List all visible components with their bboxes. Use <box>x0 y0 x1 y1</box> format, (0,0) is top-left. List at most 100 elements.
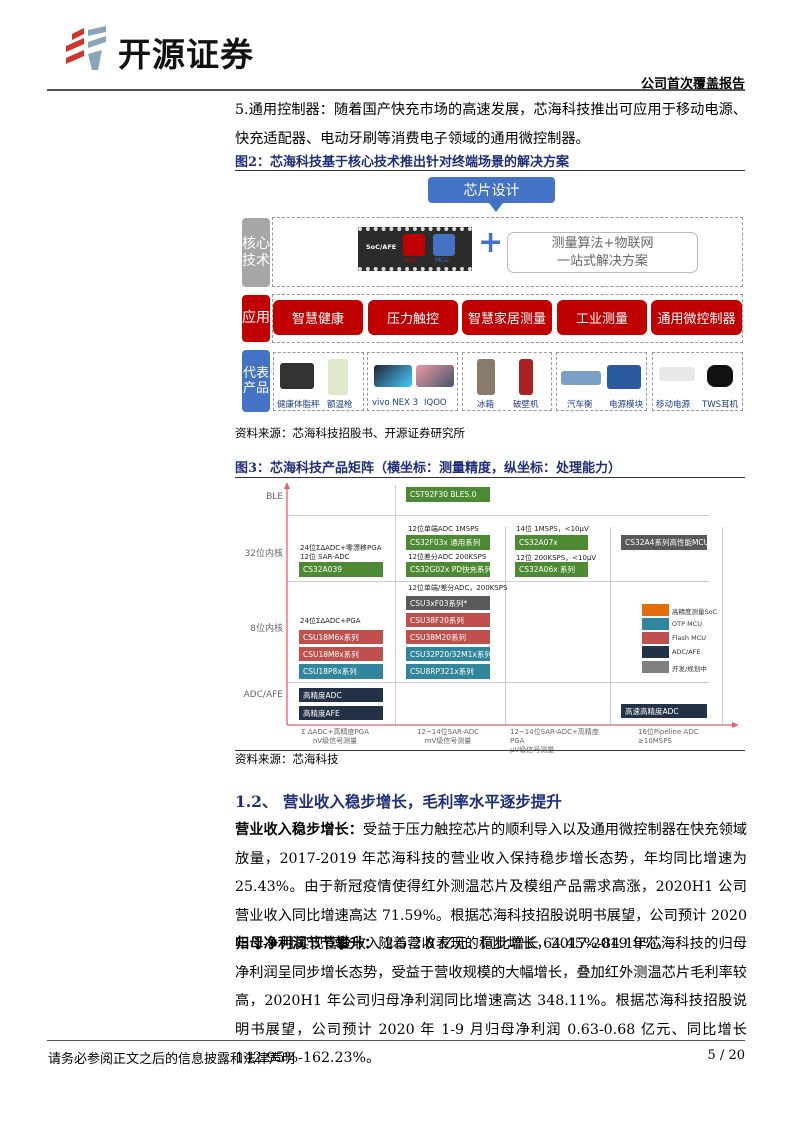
product-box: CS32F03x 通用系列 <box>406 535 490 550</box>
x-label: 12~14位SAR-ADC mV级信号测量 <box>416 728 480 745</box>
legend-label: Flash MCU <box>672 634 707 642</box>
product-box: CS32A07x <box>515 535 588 550</box>
figure2-title: 图2：芯海科技基于核心技术推出针对终端场景的解决方案 <box>235 155 570 170</box>
phone-image <box>374 365 412 387</box>
truck-scale-image <box>561 371 601 385</box>
product-box: CSU18M6x系列 <box>299 630 383 644</box>
product-group: vivo NEX 3 IQOO <box>367 352 458 411</box>
intro-paragraph: 5.通用控制器：随着国产快充市场的高速发展，芯海科技推出可应用于移动电源、快充适… <box>235 102 747 147</box>
legend-label: OTP MCU <box>672 620 702 628</box>
product-box: CSU18M8x系列 <box>299 647 383 661</box>
adc-label: ADC <box>405 257 418 264</box>
row-label-core-tech: 核心技术 <box>242 218 270 287</box>
mcu-label: MCU <box>435 257 449 264</box>
chip-icon: SoC/AFE ADC MCU <box>358 227 472 271</box>
thermometer-image <box>328 359 348 395</box>
legend-swatch <box>642 618 669 630</box>
product-box: 高速高精度ADC <box>621 704 707 718</box>
y-label: 8位内核 <box>250 624 283 634</box>
product-box: CSU18P8x系列 <box>299 664 383 679</box>
annotation: 24位ΣΔADC+PGA <box>300 617 361 625</box>
row-label-applications: 应用 <box>242 295 270 342</box>
solution-line-2: 一站式解决方案 <box>556 254 648 269</box>
product-label: 破壁机 <box>513 400 539 410</box>
brand-name: 开源证券 <box>118 35 254 74</box>
brand-logo-icon <box>66 26 106 70</box>
legend-label: ADC/AFE <box>672 648 701 656</box>
product-box: CS32G02x PD快充系列 <box>406 562 492 577</box>
mcu-block-icon <box>433 234 455 256</box>
annotation: 12位单端/差分ADC，200KSPS <box>408 584 508 592</box>
phone-image <box>416 365 454 387</box>
fridge-image <box>477 359 495 395</box>
app-smart-health: 智慧健康 <box>273 300 363 335</box>
legend-swatch <box>642 604 669 616</box>
paragraph-lead: 营业收入稳步增长： <box>235 822 364 838</box>
power-module-image <box>607 365 641 389</box>
product-box: CSU8RP321x系列 <box>406 664 490 679</box>
chip-design-box: 芯片设计 <box>428 177 555 203</box>
plus-icon: + <box>478 225 504 260</box>
product-box: 高精度AFE <box>299 706 383 720</box>
product-label: 移动电源 <box>656 400 691 410</box>
figure3-title: 图3：芯海科技产品矩阵（横坐标：测量精度，纵坐标：处理能力） <box>235 461 622 476</box>
annotation: 12位单端ADC 1MSPS <box>408 525 479 533</box>
adc-block-icon <box>403 234 425 256</box>
paragraph-body: 随着营收表现的稳步增长，2017-2019 年芯海科技的归母净利润呈同步增长态势… <box>235 936 747 1066</box>
figure2-source: 资料来源：芯海科技招股书、开源证券研究所 <box>235 426 465 440</box>
chip-label: SoC/AFE <box>366 243 397 251</box>
power-bank-image <box>659 367 695 381</box>
figure3-rule <box>235 477 745 478</box>
legend-label: 开发/规划中 <box>672 665 707 673</box>
legend-swatch <box>642 632 669 644</box>
blender-image <box>519 359 533 395</box>
figure3-product-matrix: BLE 32位内核 8位内核 ADC/AFE 24位ΣΔADC+零漂移PGA 1… <box>235 480 745 754</box>
app-smart-home: 智慧家居测量 <box>462 300 552 335</box>
legend-label: 高精度测量SoC <box>672 608 718 616</box>
product-box: CSU32P20/32M1x系列 <box>406 647 492 661</box>
product-label: TWS耳机 <box>702 400 738 410</box>
footer-divider <box>47 1040 745 1041</box>
paragraph-lead: 归母净利润节节攀升： <box>235 936 379 952</box>
annotation: 12位 SAR-ADC <box>300 553 350 561</box>
y-label: BLE <box>266 492 283 502</box>
header-divider <box>47 89 745 91</box>
footer-disclaimer: 请务必参阅正文之后的信息披露和法律声明 <box>48 1052 296 1067</box>
scale-image <box>280 363 314 389</box>
product-box: CS32A4系列高性能MCU <box>621 535 709 550</box>
product-group: 汽车衡 电源模块 <box>556 352 647 411</box>
app-pressure-touch: 压力触控 <box>368 300 458 335</box>
solution-box: 测量算法+物联网 一站式解决方案 <box>507 232 698 273</box>
y-label: ADC/AFE <box>243 690 283 700</box>
annotation: 12位差分ADC 200KSPS <box>408 553 487 561</box>
x-label: 16位Pipeline ADC ≥10MSPS <box>638 728 699 745</box>
y-label: 32位内核 <box>244 549 283 559</box>
product-box: CSU3xF03系列* <box>406 596 490 610</box>
product-label: IQOO <box>424 398 447 408</box>
product-label: 电源模块 <box>609 400 644 410</box>
page-number: 5 / 20 <box>707 1048 745 1063</box>
legend-swatch <box>642 661 669 673</box>
arrow-down-icon <box>489 203 503 212</box>
product-label: 冰箱 <box>477 400 495 410</box>
product-box: CSU38M20系列 <box>406 630 490 644</box>
app-mcu: 通用微控制器 <box>651 300 742 335</box>
annotation: 14位 1MSPS，<10μV <box>516 525 589 533</box>
product-label: 汽车衡 <box>567 400 593 410</box>
product-group: 移动电源 TWS耳机 <box>652 352 743 411</box>
app-industrial: 工业测量 <box>557 300 647 335</box>
solution-line-1: 测量算法+物联网 <box>551 236 654 251</box>
x-label: Σ ΔADC+高精度PGA nV级信号测量 <box>301 728 369 745</box>
legend-swatch <box>642 646 669 658</box>
section-heading: 1.2、 营业收入稳步增长，毛利率水平逐步提升 <box>235 792 562 811</box>
figure3-source: 资料来源：芯海科技 <box>235 752 339 766</box>
row-label-products: 代表产品 <box>242 350 270 412</box>
product-label: 额温枪 <box>327 400 353 410</box>
product-box: CS32A039 <box>299 562 383 577</box>
product-box: 高精度ADC <box>299 688 383 702</box>
paragraph-net-profit: 归母净利润节节攀升：随着营收表现的稳步增长，2017-2019 年芯海科技的归母… <box>235 930 747 1073</box>
product-box: CST92F30 BLE5.0 <box>406 487 490 502</box>
earbuds-image <box>707 365 733 387</box>
product-box: CSU38F20系列 <box>406 613 490 627</box>
product-group: 健康体脂秤 额温枪 <box>273 352 364 411</box>
